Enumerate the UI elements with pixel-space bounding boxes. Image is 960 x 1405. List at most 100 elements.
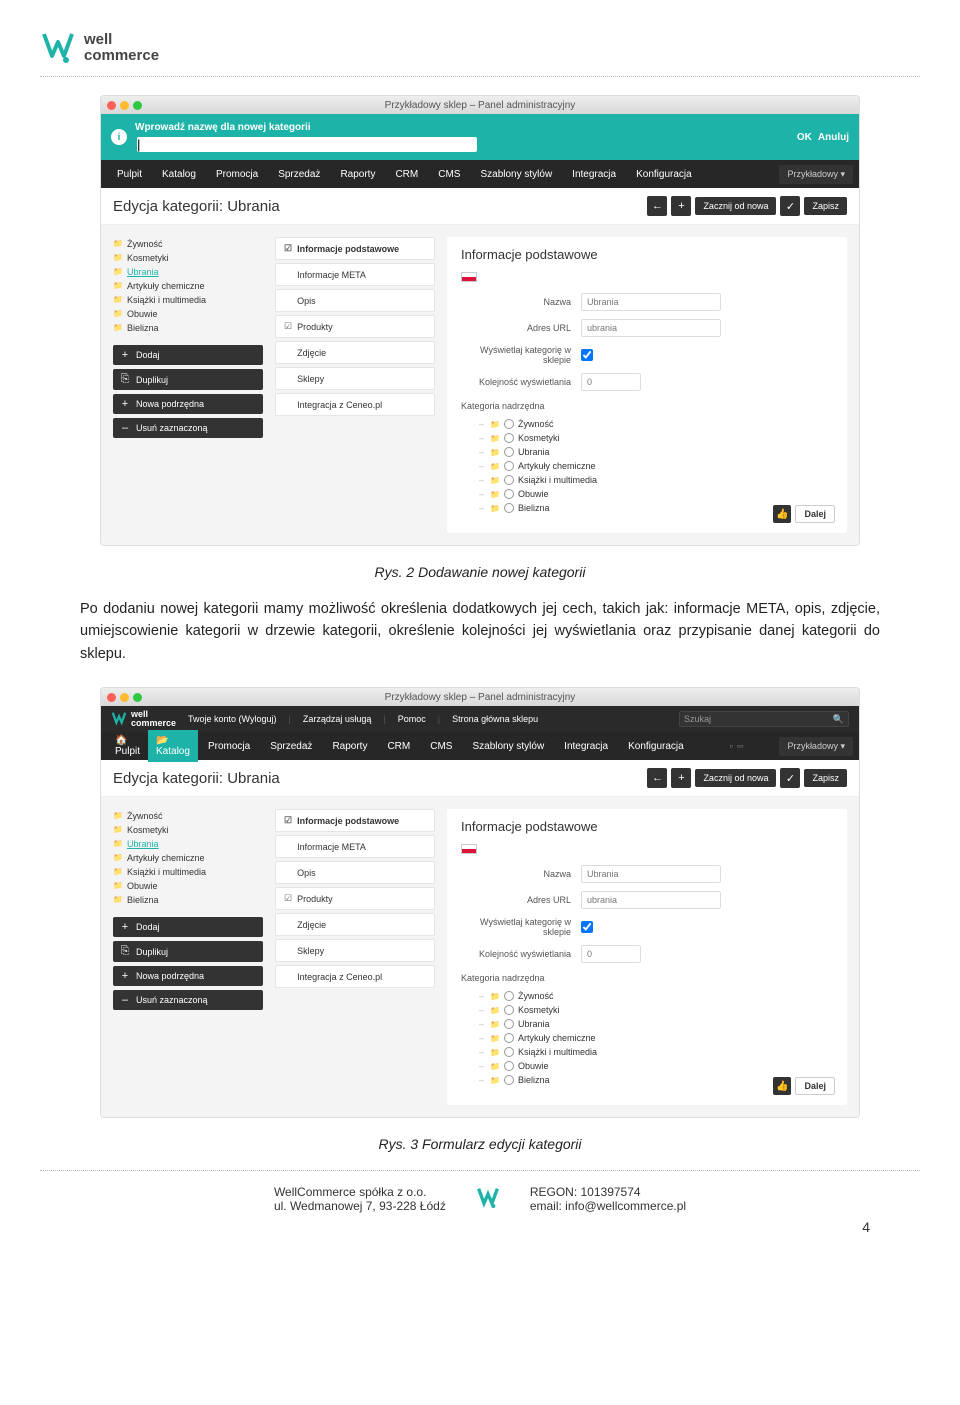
form-tab[interactable]: ☑Integracja z Ceneo.pl: [275, 965, 435, 988]
nav-integracja[interactable]: Integracja: [554, 734, 618, 759]
nav-integracja[interactable]: Integracja: [562, 162, 626, 187]
tree-item[interactable]: Obuwie: [113, 307, 263, 321]
tree-item[interactable]: Artykuły chemiczne: [113, 279, 263, 293]
form-tab[interactable]: ☑Sklepy: [275, 367, 435, 390]
tree-item[interactable]: Żywność: [113, 237, 263, 251]
tree-item[interactable]: Książki i multimedia: [113, 865, 263, 879]
form-tab[interactable]: ☑Integracja z Ceneo.pl: [275, 393, 435, 416]
parent-category-option[interactable]: 📁Kosmetyki: [479, 431, 833, 445]
nav-raporty[interactable]: Raporty: [322, 734, 377, 759]
form-tab[interactable]: ☑Opis: [275, 289, 435, 312]
tree-item[interactable]: Kosmetyki: [113, 823, 263, 837]
nav-szablony[interactable]: Szablony stylów: [470, 162, 562, 187]
sidebar-action[interactable]: +Dodaj: [113, 345, 263, 365]
sidebar-action[interactable]: –Usuń zaznaczoną: [113, 990, 263, 1010]
sidebar-action[interactable]: +Dodaj: [113, 917, 263, 937]
form-tab[interactable]: ☑Informacje META: [275, 835, 435, 858]
restart-button[interactable]: Zacznij od nowa: [695, 197, 776, 215]
restart-button[interactable]: Zacznij od nowa: [695, 769, 776, 787]
parent-category-option[interactable]: 📁Ubrania: [479, 1017, 833, 1031]
flag-poland-icon[interactable]: [461, 844, 477, 854]
nav-sprzedaz[interactable]: Sprzedaż: [260, 734, 322, 759]
save-button[interactable]: Zapisz: [804, 769, 847, 787]
parent-category-option[interactable]: 📁Artykuły chemiczne: [479, 1031, 833, 1045]
nav-cms[interactable]: CMS: [428, 162, 470, 187]
nav-pulpit[interactable]: 🏠Pulpit: [107, 730, 148, 762]
next-button[interactable]: 👍 Dalej: [773, 505, 835, 523]
save-button[interactable]: Zapisz: [804, 197, 847, 215]
input-order[interactable]: [581, 373, 641, 391]
nav-promocja[interactable]: Promocja: [206, 162, 268, 187]
form-tab[interactable]: ☑Produkty: [275, 315, 435, 338]
sidebar-action[interactable]: –Usuń zaznaczoną: [113, 418, 263, 438]
checkbox-show[interactable]: [581, 921, 593, 933]
form-tab[interactable]: ☑Sklepy: [275, 939, 435, 962]
tree-item[interactable]: Obuwie: [113, 879, 263, 893]
top-link-home[interactable]: Strona główna sklepu: [452, 714, 538, 724]
parent-category-option[interactable]: 📁Żywność: [479, 417, 833, 431]
shop-selector[interactable]: Przykładowy ▾: [779, 737, 853, 756]
shop-selector[interactable]: Przykładowy ▾: [779, 165, 853, 184]
tree-item[interactable]: Bielizna: [113, 893, 263, 907]
form-tab[interactable]: ☑Informacje META: [275, 263, 435, 286]
search-input[interactable]: Szukaj 🔍: [679, 711, 849, 727]
parent-category-option[interactable]: 📁Artykuły chemiczne: [479, 459, 833, 473]
layout-icons[interactable]: ▫▫▫: [724, 741, 750, 752]
nav-sprzedaz[interactable]: Sprzedaż: [268, 162, 330, 187]
nav-raporty[interactable]: Raporty: [330, 162, 385, 187]
nav-promocja[interactable]: Promocja: [198, 734, 260, 759]
parent-category-option[interactable]: 📁Książki i multimedia: [479, 473, 833, 487]
input-url[interactable]: [581, 319, 721, 337]
form-tab[interactable]: ☑Zdjęcie: [275, 913, 435, 936]
check-icon[interactable]: ✓: [780, 768, 800, 788]
back-button[interactable]: ←: [647, 196, 667, 216]
nav-konfiguracja[interactable]: Konfiguracja: [618, 734, 694, 759]
tree-item[interactable]: Ubrania: [113, 837, 263, 851]
nav-szablony[interactable]: Szablony stylów: [462, 734, 554, 759]
tree-item[interactable]: Artykuły chemiczne: [113, 851, 263, 865]
form-tab[interactable]: ☑Informacje podstawowe: [275, 237, 435, 260]
sidebar-action[interactable]: ⎘Duplikuj: [113, 941, 263, 962]
top-link-account[interactable]: Twoje konto (Wyloguj): [188, 714, 276, 724]
parent-category-option[interactable]: 📁Ubrania: [479, 445, 833, 459]
nav-katalog[interactable]: 📂Katalog: [148, 730, 198, 762]
top-link-help[interactable]: Pomoc: [398, 714, 426, 724]
parent-category-option[interactable]: 📁Obuwie: [479, 1059, 833, 1073]
form-tab[interactable]: ☑Produkty: [275, 887, 435, 910]
checkbox-show[interactable]: [581, 349, 593, 361]
tree-item[interactable]: Bielizna: [113, 321, 263, 335]
input-nazwa[interactable]: [581, 865, 721, 883]
sidebar-action[interactable]: +Nowa podrzędna: [113, 394, 263, 414]
tree-item[interactable]: Książki i multimedia: [113, 293, 263, 307]
parent-category-option[interactable]: 📁Kosmetyki: [479, 1003, 833, 1017]
nav-konfiguracja[interactable]: Konfiguracja: [626, 162, 702, 187]
tree-item[interactable]: Żywność: [113, 809, 263, 823]
input-order[interactable]: [581, 945, 641, 963]
add-button[interactable]: +: [671, 768, 691, 788]
nav-pulpit[interactable]: Pulpit: [107, 162, 152, 187]
next-button[interactable]: 👍 Dalej: [773, 1077, 835, 1095]
sidebar-action[interactable]: +Nowa podrzędna: [113, 966, 263, 986]
flag-poland-icon[interactable]: [461, 272, 477, 282]
new-category-input[interactable]: [137, 137, 477, 152]
ok-button[interactable]: OK: [797, 132, 812, 143]
tree-item[interactable]: Ubrania: [113, 265, 263, 279]
nav-cms[interactable]: CMS: [420, 734, 462, 759]
form-tab[interactable]: ☑Informacje podstawowe: [275, 809, 435, 832]
check-icon[interactable]: ✓: [780, 196, 800, 216]
tree-item[interactable]: Kosmetyki: [113, 251, 263, 265]
form-tab[interactable]: ☑Zdjęcie: [275, 341, 435, 364]
input-url[interactable]: [581, 891, 721, 909]
form-tab[interactable]: ☑Opis: [275, 861, 435, 884]
add-button[interactable]: +: [671, 196, 691, 216]
parent-category-option[interactable]: 📁Żywność: [479, 989, 833, 1003]
nav-crm[interactable]: CRM: [377, 734, 420, 759]
parent-category-option[interactable]: 📁Książki i multimedia: [479, 1045, 833, 1059]
top-link-manage[interactable]: Zarządzaj usługą: [303, 714, 372, 724]
sidebar-action[interactable]: ⎘Duplikuj: [113, 369, 263, 390]
nav-katalog[interactable]: Katalog: [152, 162, 206, 187]
input-nazwa[interactable]: [581, 293, 721, 311]
back-button[interactable]: ←: [647, 768, 667, 788]
parent-category-option[interactable]: 📁Obuwie: [479, 487, 833, 501]
cancel-button[interactable]: Anuluj: [818, 132, 849, 143]
